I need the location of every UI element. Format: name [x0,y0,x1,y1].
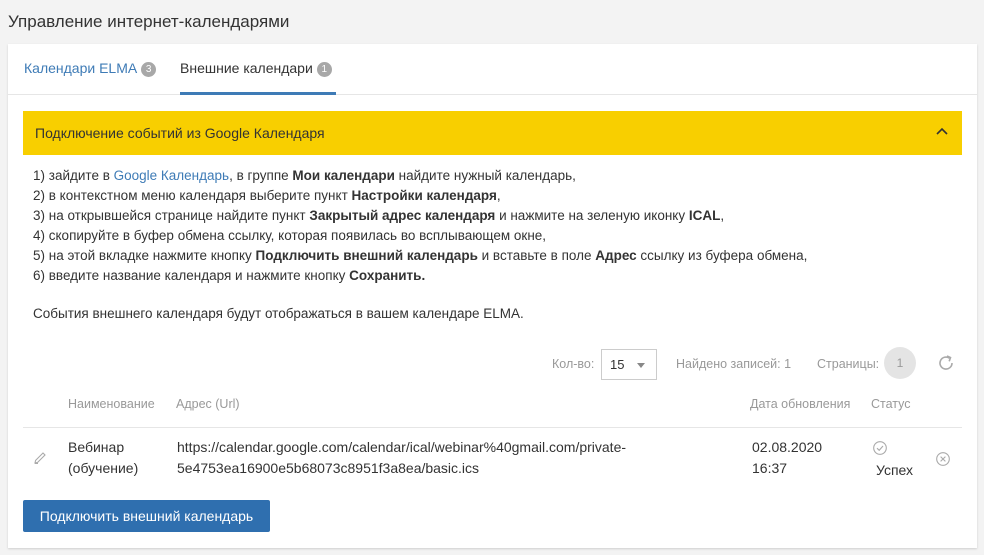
instruction-step-6: 6) введите название календаря и нажмите … [33,268,426,283]
google-calendar-banner[interactable]: Подключение событий из Google Календаря [23,111,962,155]
header-status[interactable]: Статус [871,397,911,411]
instruction-step-3: 3) на открывшейся странице найдите пункт… [33,208,725,223]
count-label: Кол-во: [552,357,595,371]
instruction-step-5: 5) на этой вкладке нажмите кнопку Подклю… [33,248,808,263]
connect-external-calendar-button[interactable]: Подключить внешний календарь [23,500,270,532]
row-divider [23,427,962,428]
calendars-panel: Календари ELMA 3 Внешние календари 1 Подкл… [8,44,977,548]
close-circle-icon[interactable] [935,451,951,467]
header-name[interactable]: Наименование [68,397,155,411]
check-circle-icon [873,441,887,455]
instructions: 1) зайдите в Google Календарь, в группе … [33,166,807,286]
instruction-step-2: 2) в контекстном меню календаря выберите… [33,188,501,203]
tab-external-calendars[interactable]: Внешние календари 1 [180,60,336,95]
pages-label: Страницы: [817,357,880,371]
info-note: События внешнего календаря будут отображ… [33,306,524,321]
page-size-select[interactable]: 15 [601,349,657,380]
header-updated[interactable]: Дата обновления [750,397,850,411]
banner-title: Подключение событий из Google Календаря [35,125,325,141]
tab-label: Календари ELMA [24,60,138,76]
tab-elma-calendars[interactable]: Календари ELMA 3 [24,60,157,95]
instruction-step-1: 1) зайдите в Google Календарь, в группе … [33,168,576,183]
dropdown-caret-icon [637,363,645,368]
calendar-url: https://calendar.google.com/calendar/ica… [177,439,627,476]
tab-count-badge: 3 [141,62,157,77]
google-calendar-link[interactable]: Google Календарь [114,168,229,183]
tab-label: Внешние календари [180,60,313,76]
refresh-icon[interactable] [936,353,956,373]
chevron-up-icon[interactable] [936,127,948,135]
header-url[interactable]: Адрес (Url) [176,397,240,411]
status-text: Успех [876,462,914,478]
pencil-icon[interactable] [32,450,48,466]
instruction-step-4: 4) скопируйте в буфер обмена ссылку, кот… [33,228,547,243]
page-size-value: 15 [610,357,625,372]
calendar-name: Вебинар (обучение) [68,439,139,476]
records-found: Найдено записей: 1 [676,357,792,371]
page-title: Управление интернет-календарями [8,12,290,31]
tab-count-badge: 1 [316,62,332,77]
tab-bar: Календари ELMA 3 Внешние календари 1 [8,44,977,95]
update-date: 02.08.2020 16:37 [752,439,823,476]
page-number-button[interactable]: 1 [884,347,916,379]
